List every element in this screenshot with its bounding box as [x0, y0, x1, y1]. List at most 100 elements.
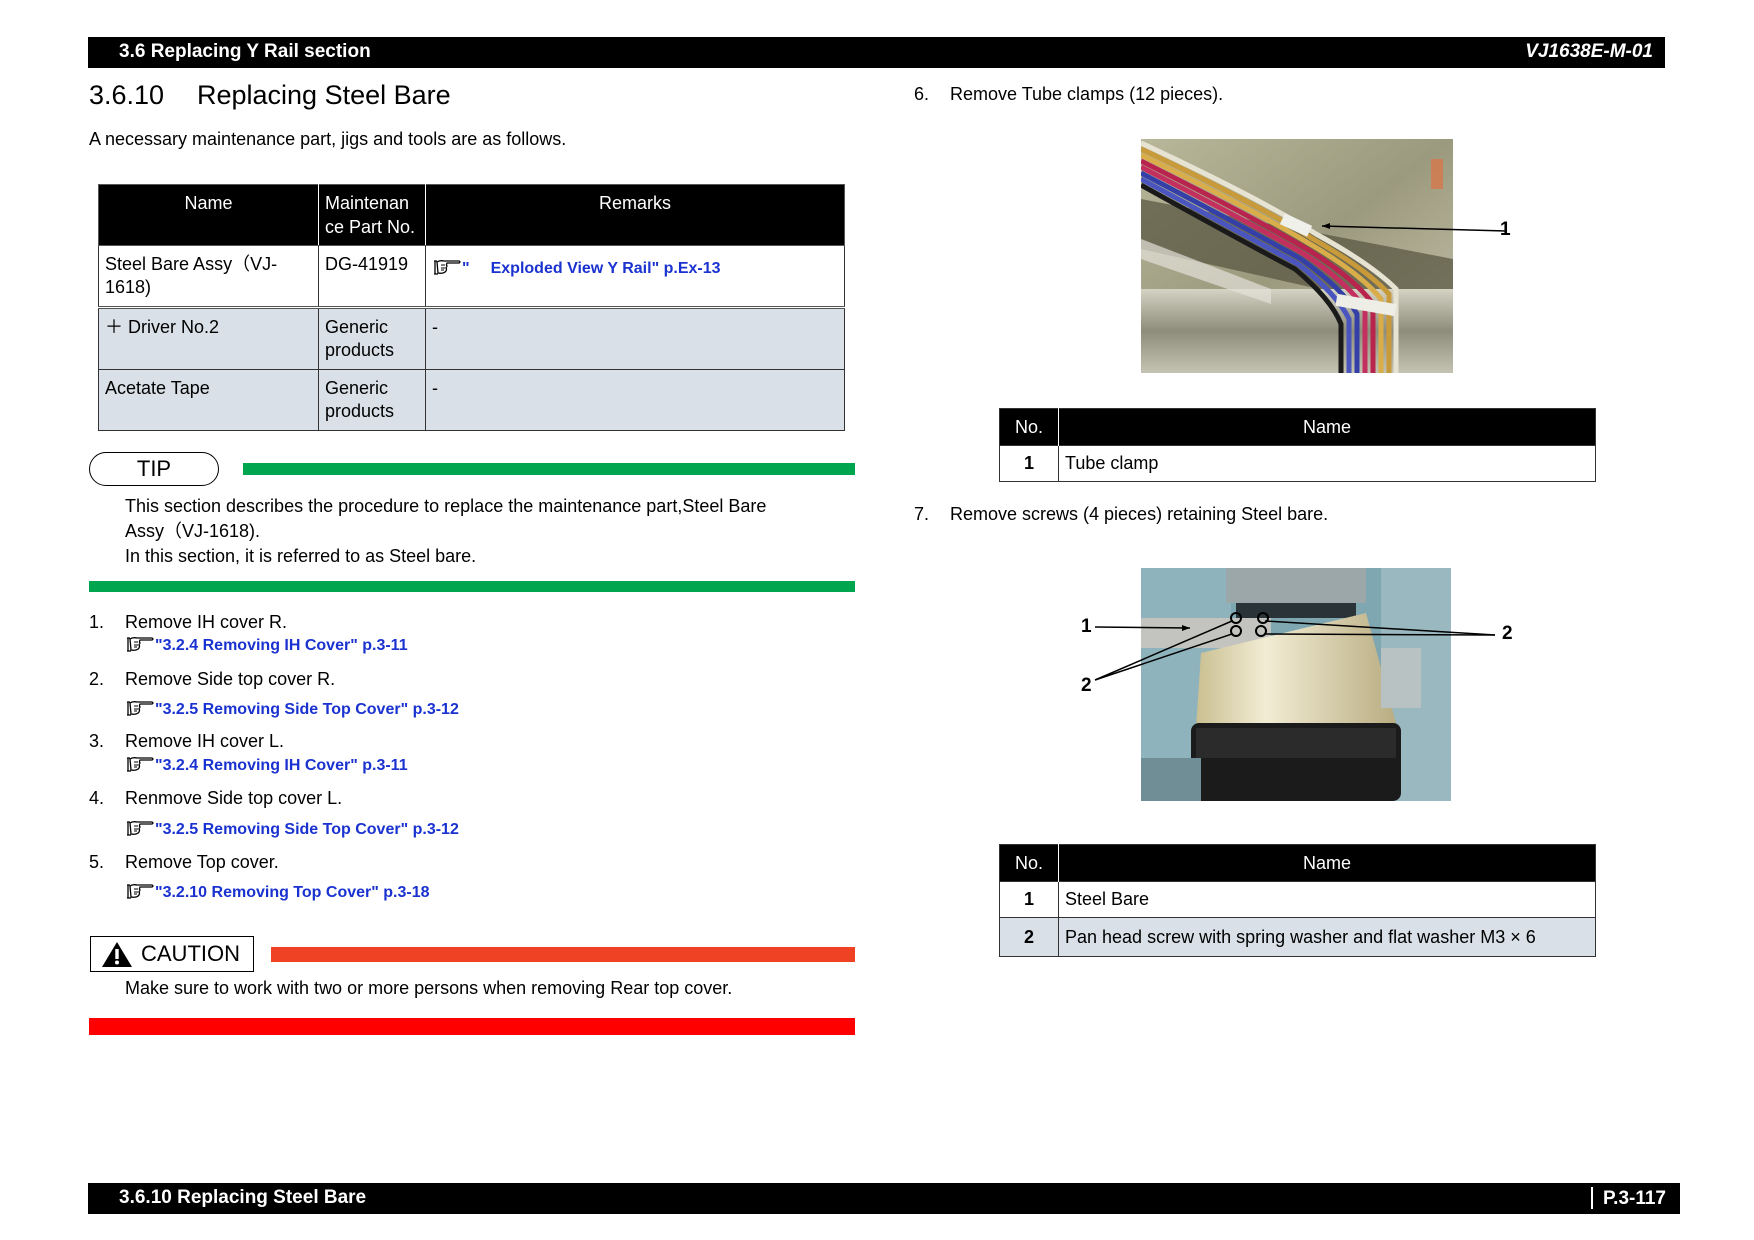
- callout-label: 1: [1081, 616, 1092, 637]
- exploded-view-link[interactable]: Exploded View Y Rail" p.Ex-13: [491, 260, 721, 277]
- screws-table: No. Name 1 Steel Bare 2 Pan head screw w…: [999, 844, 1596, 957]
- page-header: 3.6 Replacing Y Rail section VJ1638E-M-0…: [88, 37, 1665, 68]
- caution-label-box: CAUTION: [90, 936, 254, 972]
- step-number: 1.: [89, 612, 105, 632]
- tube-clamp-table: No. Name 1 Tube clamp: [999, 408, 1596, 482]
- caution-bar-top: [271, 947, 855, 962]
- callout-label: 1: [1500, 219, 1511, 240]
- step-text: Remove IH cover L.: [125, 731, 285, 751]
- table-row: 1 Steel Bare: [999, 881, 1596, 918]
- parts-table: Name Maintenan ce Part No. Remarks Steel…: [98, 184, 845, 431]
- callout-lines-2: [1094, 620, 1496, 681]
- step-text: Remove Top cover.: [125, 852, 279, 872]
- step-number: 2.: [89, 669, 105, 689]
- pointing-hand-icon: [125, 819, 155, 837]
- caution-bar-bottom: [89, 1018, 855, 1035]
- table-header: No. Name: [999, 408, 1596, 446]
- step-number: 3.: [89, 731, 105, 751]
- table-row: Steel Bare Assy（VJ-1618) DG-41919 " Expl…: [98, 245, 845, 309]
- parts-table-header: Name Maintenan ce Part No. Remarks: [98, 184, 845, 246]
- footer-section-title: 3.6.10 Replacing Steel Bare: [119, 1187, 367, 1208]
- step-text: Renmove Side top cover L.: [125, 788, 343, 808]
- part-name: Steel Bare Assy（VJ-1618): [98, 245, 319, 309]
- col-header-name: Name: [1058, 408, 1596, 446]
- section-title: Replacing Steel Bare: [197, 80, 451, 110]
- row-number: 1: [999, 881, 1059, 918]
- col-header-remarks: Remarks: [425, 184, 845, 246]
- reference-link[interactable]: "3.2.5 Removing Side Top Cover" p.3-12: [155, 821, 459, 838]
- table-row: 1 Tube clamp: [999, 445, 1596, 482]
- step-5-reference: "3.2.10 Removing Top Cover" p.3-18: [125, 882, 430, 902]
- pointing-hand-icon: [125, 882, 155, 900]
- page-footer: 3.6.10 Replacing Steel Bare P.3-117: [88, 1183, 1680, 1214]
- callout-line-1: [1321, 223, 1507, 232]
- step-number: 5.: [89, 852, 105, 872]
- part-name: ＋ Driver No.2: [98, 306, 319, 370]
- part-remarks: -: [425, 369, 845, 431]
- header-section-title: 3.6 Replacing Y Rail section: [119, 41, 371, 62]
- tip-bar-bottom: [89, 581, 855, 592]
- page-number: P.3-117: [1602, 1188, 1666, 1209]
- pointing-hand-icon: [125, 699, 155, 717]
- step-number: 7.: [914, 504, 930, 524]
- col-header-part-no: Maintenan ce Part No.: [318, 184, 426, 246]
- row-number: 1: [999, 445, 1059, 482]
- step-number: 4.: [89, 788, 105, 808]
- reference-link[interactable]: "3.2.4 Removing IH Cover" p.3-11: [155, 757, 408, 774]
- row-number: 2: [999, 917, 1059, 957]
- pointing-hand-icon: [125, 635, 155, 653]
- callout-label: 2: [1502, 623, 1513, 644]
- footer-separator: [1590, 1187, 1593, 1209]
- step-text: Remove Side top cover R.: [125, 669, 336, 689]
- part-no-header-line1: Maintenan: [325, 193, 410, 213]
- step-2-reference: "3.2.5 Removing Side Top Cover" p.3-12: [125, 699, 459, 719]
- part-no-header-line2: ce Part No.: [325, 217, 416, 237]
- part-number: Generic products: [318, 306, 426, 370]
- part-number: Generic products: [318, 369, 426, 431]
- header-doc-code: VJ1638E-M-01: [1525, 41, 1653, 62]
- col-header-name: Name: [98, 184, 319, 246]
- tip-line: Assy（VJ-1618).: [125, 521, 261, 541]
- tip-text: This section describes the procedure to …: [125, 494, 845, 569]
- page-title: 3.6.10 Replacing Steel Bare: [89, 80, 451, 111]
- table-header: No. Name: [999, 844, 1596, 882]
- col-header-no: No.: [999, 408, 1059, 446]
- step-1-reference: "3.2.4 Removing IH Cover" p.3-11: [125, 635, 408, 655]
- step-text: Remove IH cover R.: [125, 612, 288, 632]
- warning-triangle-icon: [101, 941, 133, 978]
- step-3-reference: "3.2.4 Removing IH Cover" p.3-11: [125, 755, 408, 775]
- table-row: 2 Pan head screw with spring washer and …: [999, 917, 1596, 957]
- step-4-reference: "3.2.5 Removing Side Top Cover" p.3-12: [125, 819, 459, 839]
- reference-link[interactable]: "3.2.4 Removing IH Cover" p.3-11: [155, 637, 408, 654]
- step-text: Remove Tube clamps (12 pieces).: [950, 84, 1224, 104]
- table-row: ＋ Driver No.2 Generic products -: [98, 306, 845, 370]
- step-text: Remove screws (4 pieces) retaining Steel…: [950, 504, 1329, 524]
- pointing-hand-icon: [125, 755, 155, 773]
- footer-page: P.3-117: [1590, 1187, 1666, 1210]
- part-number: DG-41919: [318, 245, 426, 309]
- part-remarks: " Exploded View Y Rail" p.Ex-13: [425, 245, 845, 309]
- row-name: Tube clamp: [1058, 445, 1596, 482]
- tube-clamp-photo: [1141, 139, 1453, 373]
- caution-label: CAUTION: [141, 941, 240, 966]
- tip-bar-top: [243, 463, 855, 475]
- intro-text: A necessary maintenance part, jigs and t…: [89, 129, 567, 149]
- caution-text: Make sure to work with two or more perso…: [125, 978, 733, 998]
- part-remarks: -: [425, 306, 845, 370]
- tip-line: This section describes the procedure to …: [125, 496, 767, 516]
- tip-line: In this section, it is referred to as St…: [125, 546, 477, 566]
- section-number: 3.6.10: [89, 80, 165, 110]
- col-header-no: No.: [999, 844, 1059, 882]
- table-row: Acetate Tape Generic products -: [98, 369, 845, 431]
- reference-link[interactable]: "3.2.5 Removing Side Top Cover" p.3-12: [155, 701, 459, 718]
- callout-label: 2: [1081, 675, 1092, 696]
- row-name: Steel Bare: [1058, 881, 1596, 918]
- remarks-quote: ": [462, 260, 470, 277]
- reference-link[interactable]: "3.2.10 Removing Top Cover" p.3-18: [155, 884, 430, 901]
- pointing-hand-icon: [432, 258, 462, 276]
- col-header-name: Name: [1058, 844, 1596, 882]
- step-number: 6.: [914, 84, 930, 104]
- row-name: Pan head screw with spring washer and fl…: [1058, 917, 1596, 957]
- tip-label: TIP: [89, 452, 219, 486]
- part-name: Acetate Tape: [98, 369, 319, 431]
